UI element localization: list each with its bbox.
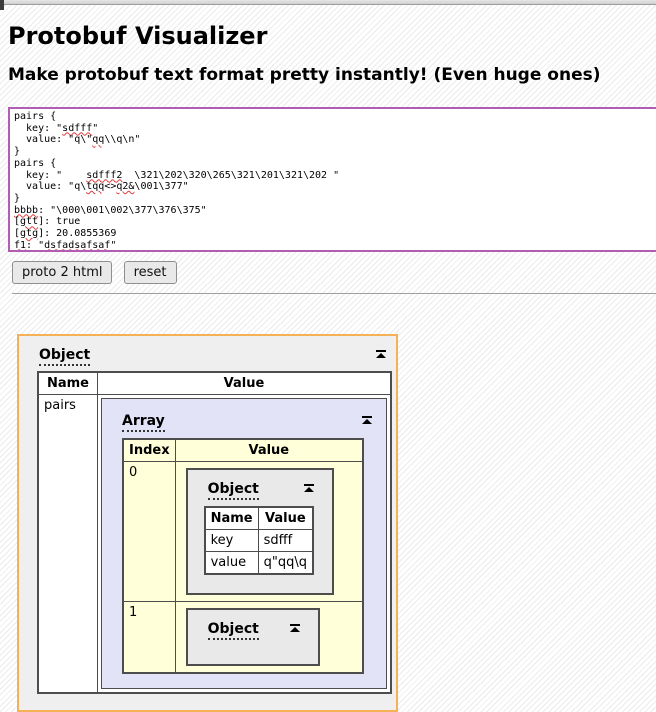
object-box: Object Name Value key sdfff value q"qq\q bbox=[185, 468, 334, 595]
result-panel: Object Name Value pairs Array Index Valu… bbox=[17, 334, 398, 712]
column-header-name: Name bbox=[204, 506, 259, 530]
column-header-value: Value bbox=[97, 371, 392, 395]
page-content: Protobuf Visualizer Make protobuf text f… bbox=[0, 0, 656, 712]
index-cell: 1 bbox=[122, 601, 176, 674]
collapse-icon[interactable] bbox=[376, 350, 386, 358]
proto-text-input[interactable]: pairs { key: "sdfff" value: "q\"qq\\q\n"… bbox=[8, 107, 656, 252]
object-type-label[interactable]: Object bbox=[207, 481, 259, 500]
object-heading: Object bbox=[207, 481, 314, 500]
toolbar: proto 2 html reset bbox=[12, 261, 656, 284]
editor-line: bbbb: "\000\001\002\377\376\375" bbox=[14, 204, 207, 216]
item-value-cell: Object bbox=[174, 601, 364, 674]
editor-line: key: " sdfff2 \321\202\320\265\321\201\3… bbox=[14, 169, 340, 181]
root-object-heading: Object bbox=[39, 347, 388, 366]
array-type-label[interactable]: Array bbox=[122, 413, 165, 432]
editor-line: } bbox=[14, 192, 21, 204]
table-row: value q"qq\q bbox=[204, 551, 314, 575]
field-value-cell: Array Index Value 0 Object Name Value ke… bbox=[97, 394, 392, 694]
table-header-row: Index Value bbox=[122, 438, 364, 462]
editor-line: pairs { bbox=[14, 111, 57, 122]
editor-line: [gtt]: true bbox=[14, 216, 81, 228]
collapse-icon[interactable] bbox=[289, 624, 300, 632]
table-row: pairs Array Index Value 0 Object Name Va… bbox=[37, 394, 392, 694]
editor-line: } bbox=[14, 146, 21, 158]
root-object-table: Name Value pairs Array Index Value 0 Obj… bbox=[37, 371, 392, 694]
table-row: key sdfff bbox=[204, 529, 314, 552]
column-header-value: Value bbox=[174, 438, 364, 462]
collapse-icon[interactable] bbox=[304, 484, 314, 492]
array-heading: Array bbox=[122, 413, 374, 432]
array-box: Array Index Value 0 Object Name Value ke… bbox=[101, 398, 387, 689]
collapse-icon[interactable] bbox=[362, 416, 372, 424]
field-name-cell: pairs bbox=[37, 394, 98, 694]
field-value-cell: sdfff bbox=[257, 529, 314, 552]
field-name-cell: value bbox=[204, 551, 259, 575]
editor-line: value: "q\tqq<>q2&\001\377" bbox=[14, 181, 189, 193]
editor-line: [gtg]: 20.0855369 bbox=[14, 228, 117, 240]
window-corner-artifact bbox=[0, 0, 4, 10]
root-object-label[interactable]: Object bbox=[39, 347, 91, 366]
object-table: Name Value key sdfff value q"qq\q bbox=[203, 506, 314, 575]
reset-button[interactable]: reset bbox=[123, 261, 177, 284]
object-box: Object bbox=[185, 608, 320, 666]
page-title: Protobuf Visualizer bbox=[8, 22, 268, 50]
array-table: Index Value 0 Object Name Value key sdff… bbox=[122, 438, 364, 674]
field-name-cell: key bbox=[204, 529, 259, 552]
table-header-row: Name Value bbox=[37, 371, 392, 395]
array-item-row: 1 Object bbox=[122, 601, 364, 674]
column-header-name: Name bbox=[37, 371, 98, 395]
array-item-row: 0 Object Name Value key sdfff value q"qq… bbox=[122, 461, 364, 602]
column-header-value: Value bbox=[257, 506, 314, 530]
table-header-row: Name Value bbox=[204, 506, 314, 530]
divider bbox=[12, 293, 656, 294]
editor-line: pairs { bbox=[14, 157, 57, 169]
proto2html-button[interactable]: proto 2 html bbox=[12, 261, 113, 284]
object-heading: Object bbox=[207, 621, 300, 640]
field-value-cell: q"qq\q bbox=[257, 551, 314, 575]
window-top-edge bbox=[0, 0, 656, 5]
editor-line: key: "sdfff" bbox=[14, 122, 99, 134]
object-type-label[interactable]: Object bbox=[207, 621, 259, 640]
editor-line: value: "q\"qq\\q\n" bbox=[14, 134, 141, 146]
item-value-cell: Object Name Value key sdfff value q"qq\q bbox=[174, 461, 364, 602]
column-header-index: Index bbox=[122, 438, 176, 462]
index-cell: 0 bbox=[122, 461, 176, 602]
editor-line: f1: "dsfadsafsaf" bbox=[14, 239, 117, 251]
page-subtitle: Make protobuf text format pretty instant… bbox=[8, 65, 601, 85]
